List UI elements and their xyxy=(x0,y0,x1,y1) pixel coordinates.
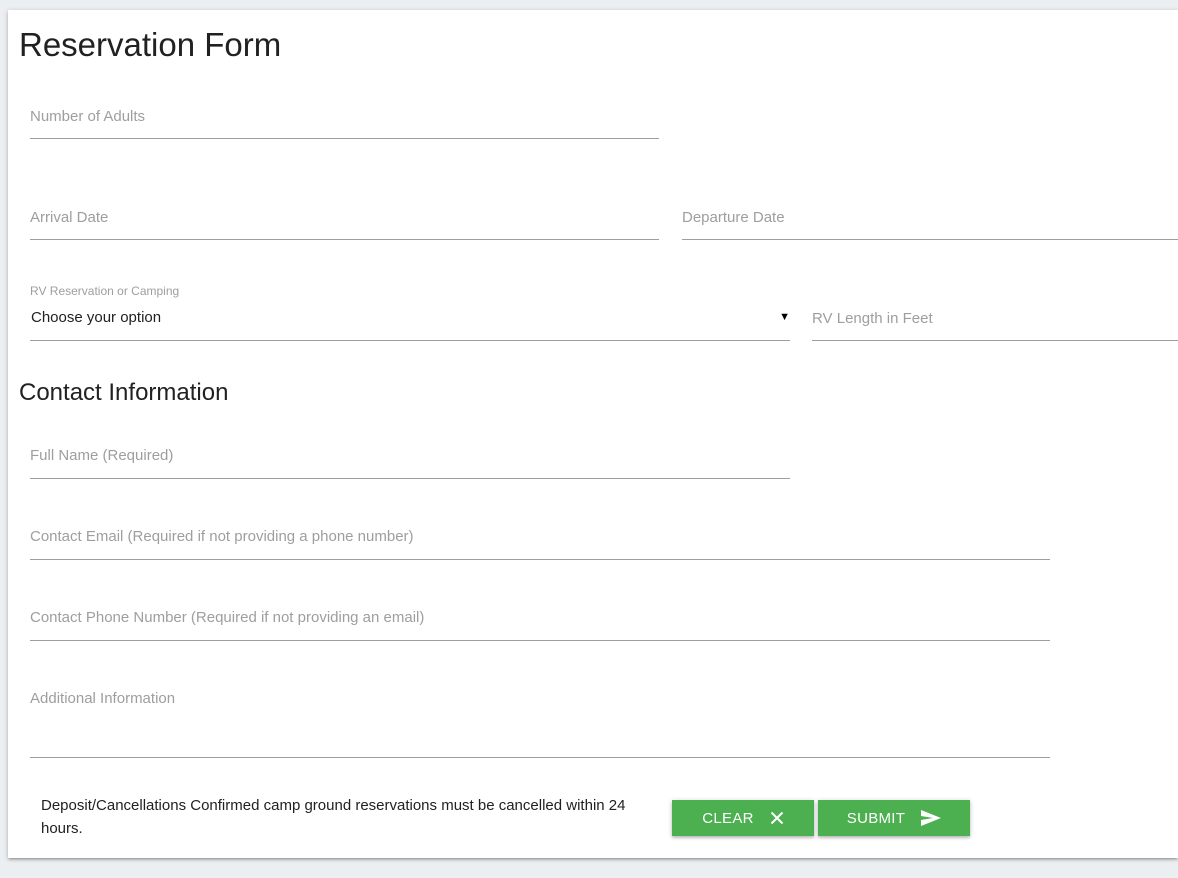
rv-length-field[interactable]: RV Length in Feet xyxy=(812,309,1178,341)
phone-field[interactable]: Contact Phone Number (Required if not pr… xyxy=(30,608,1050,641)
rv-length-input[interactable] xyxy=(812,309,1178,340)
arrival-date-field[interactable]: Arrival Date xyxy=(30,208,659,240)
phone-input[interactable] xyxy=(30,608,1050,640)
rv-type-select[interactable]: Choose your option ▼ xyxy=(30,292,790,341)
page-title: Reservation Form xyxy=(19,26,282,63)
cancellation-notice: Deposit/Cancellations Confirmed camp gro… xyxy=(41,797,626,837)
dropdown-caret-icon: ▼ xyxy=(779,311,790,323)
clear-button[interactable]: CLEAR xyxy=(672,800,814,836)
departure-date-field[interactable]: Departure Date xyxy=(682,208,1178,240)
arrival-date-input[interactable] xyxy=(30,208,659,239)
email-input[interactable] xyxy=(30,527,1050,559)
close-icon xyxy=(770,811,784,825)
contact-section-title: Contact Information xyxy=(19,379,229,406)
rv-type-selected-value: Choose your option xyxy=(31,309,162,326)
submit-button[interactable]: SUBMIT xyxy=(818,800,970,836)
additional-info-field[interactable]: Additional Information xyxy=(30,689,1050,758)
email-field[interactable]: Contact Email (Required if not providing… xyxy=(30,527,1050,560)
submit-button-label: SUBMIT xyxy=(846,809,906,827)
reservation-card: Reservation Form Number of Adults Arriva… xyxy=(8,10,1178,858)
adults-input[interactable] xyxy=(30,107,659,138)
adults-field[interactable]: Number of Adults xyxy=(30,107,659,139)
send-icon xyxy=(921,810,942,826)
departure-date-input[interactable] xyxy=(682,208,1178,239)
full-name-input[interactable] xyxy=(30,446,790,478)
clear-button-label: CLEAR xyxy=(702,809,754,827)
full-name-field[interactable]: Full Name (Required) xyxy=(30,446,790,479)
additional-info-textarea[interactable] xyxy=(30,689,1050,757)
